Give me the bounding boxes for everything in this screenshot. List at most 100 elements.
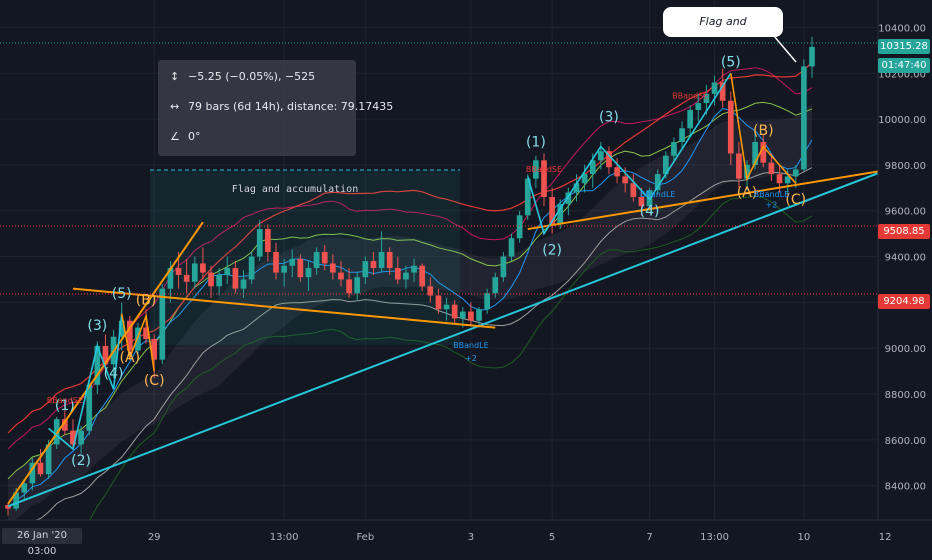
candle-body	[500, 256, 507, 278]
candle-body	[687, 109, 694, 129]
candle-body	[801, 66, 807, 170]
candle-body	[630, 183, 637, 198]
candle-body	[232, 268, 239, 289]
candle-body	[411, 265, 417, 273]
candle-body	[492, 277, 499, 294]
signal-label: BBandSE	[526, 165, 562, 174]
candle-body	[224, 268, 231, 275]
candle-body	[313, 251, 320, 269]
signal-label: BBandSE	[672, 92, 708, 101]
price-badge: 01:47:40	[878, 58, 930, 74]
measure-bars-row: ↔ 79 bars (6d 14h), distance: 79.17435	[170, 100, 393, 113]
wave-label: (B)	[136, 293, 157, 309]
wave-label: (1)	[526, 135, 546, 151]
callout-pointer	[773, 36, 797, 63]
wave-label: (2)	[542, 242, 562, 258]
wave-label: (4)	[104, 366, 124, 382]
time-tick-label: 12	[879, 532, 892, 543]
time-tick-label: 5	[549, 532, 555, 543]
candle-body	[484, 293, 490, 310]
price-tick-label: 8800.00	[885, 390, 926, 401]
price-badge: 9508.85	[878, 224, 930, 240]
candle-body	[598, 151, 604, 161]
candle-body	[354, 277, 361, 294]
measure-tooltip: ↕ −5.25 (−0.05%), −525 ↔ 79 bars (6d 14h),…	[158, 60, 393, 156]
time-axis[interactable]: 29 13:00 Feb 3 5 7 13:00 10 12	[0, 519, 932, 550]
price-badge: 10315.28	[878, 39, 930, 55]
candle-body	[508, 238, 515, 257]
measure-angle-text: 0°	[188, 130, 201, 143]
measure-angle-row: ∠ 0°	[170, 130, 201, 143]
price-axis-bg	[878, 0, 932, 550]
price-tick-label: 10000.00	[878, 115, 926, 126]
candle-body	[191, 263, 198, 282]
candle-body	[208, 272, 214, 287]
candle-body	[736, 153, 742, 179]
wave-label: (2)	[71, 453, 91, 469]
candle-body	[671, 142, 677, 156]
candle-body	[159, 288, 166, 360]
price-tick-label: 9600.00	[885, 207, 926, 218]
wave-label: (A)	[120, 350, 141, 366]
candle-body	[711, 82, 718, 94]
time-tick-label: 13:00	[270, 532, 299, 543]
price-tick-label: 10400.00	[878, 23, 926, 34]
wave-label: (4)	[640, 203, 660, 219]
candle-body	[459, 311, 466, 319]
candle-body	[476, 309, 482, 321]
chart-canvas[interactable]: Flag and accumulation (1)(2)(3)(4)(5)(1)…	[0, 0, 932, 550]
price-tick-label: 8600.00	[885, 436, 926, 447]
time-axis-bg	[0, 520, 932, 550]
candle-body	[175, 268, 182, 275]
candle-body	[809, 46, 815, 67]
candle-body	[679, 128, 685, 143]
time-tick-label: 29	[148, 532, 161, 543]
time-tick-label: 13:00	[700, 532, 729, 543]
candle-body	[768, 162, 775, 175]
candle-body	[346, 279, 352, 294]
candle-body	[256, 229, 263, 257]
candle-body	[240, 279, 247, 289]
time-tick-label: 3	[468, 532, 474, 543]
signal-label: BBandLE	[754, 190, 790, 199]
candle-body	[394, 268, 401, 280]
candle-body	[362, 261, 369, 278]
price-badge: 9204.98	[878, 293, 930, 309]
candle-body	[435, 295, 442, 310]
candle-body	[695, 103, 702, 110]
candle-body	[37, 462, 44, 475]
candle-body	[321, 251, 328, 264]
candle-body	[403, 272, 409, 280]
candle-body	[330, 263, 336, 273]
bars-range-icon: ↔	[170, 100, 180, 113]
candle-body	[200, 263, 206, 273]
candle-body	[614, 167, 620, 177]
candle-body	[443, 304, 450, 310]
price-range-icon: ↕	[170, 70, 180, 83]
candle-body	[468, 311, 474, 321]
signal-label: +2	[765, 200, 777, 209]
candle-body	[248, 256, 255, 280]
callout-note[interactable]: Flag and accumulation	[662, 6, 784, 58]
measure-bars-text: 79 bars (6d 14h), distance: 79.17435	[188, 100, 394, 113]
signal-label: +2	[465, 354, 477, 363]
price-axis[interactable]: 10400.0010200.0010000.009800.009600.0094…	[877, 0, 932, 550]
candle-body	[386, 251, 393, 269]
candle-body	[297, 258, 304, 278]
flag-box-label: Flag and accumulation	[232, 184, 358, 195]
measure-price-text: −5.25 (−0.05%), −525	[188, 70, 316, 83]
wave-label: (B)	[753, 123, 774, 139]
price-tick-label: 9400.00	[885, 253, 926, 264]
candle-body	[378, 251, 385, 269]
candle-body	[792, 169, 799, 177]
candle-body	[305, 268, 312, 278]
price-tick-label: 8400.00	[885, 482, 926, 493]
measure-price-row: ↕ −5.25 (−0.05%), −525	[170, 70, 315, 83]
candle-body	[419, 265, 426, 287]
candle-body	[727, 100, 734, 154]
candle-body	[338, 272, 344, 280]
candle-body	[622, 176, 629, 184]
candle-body	[265, 229, 271, 252]
flag-accumulation-box[interactable]	[150, 170, 460, 345]
time-tick-label: 7	[646, 532, 652, 543]
